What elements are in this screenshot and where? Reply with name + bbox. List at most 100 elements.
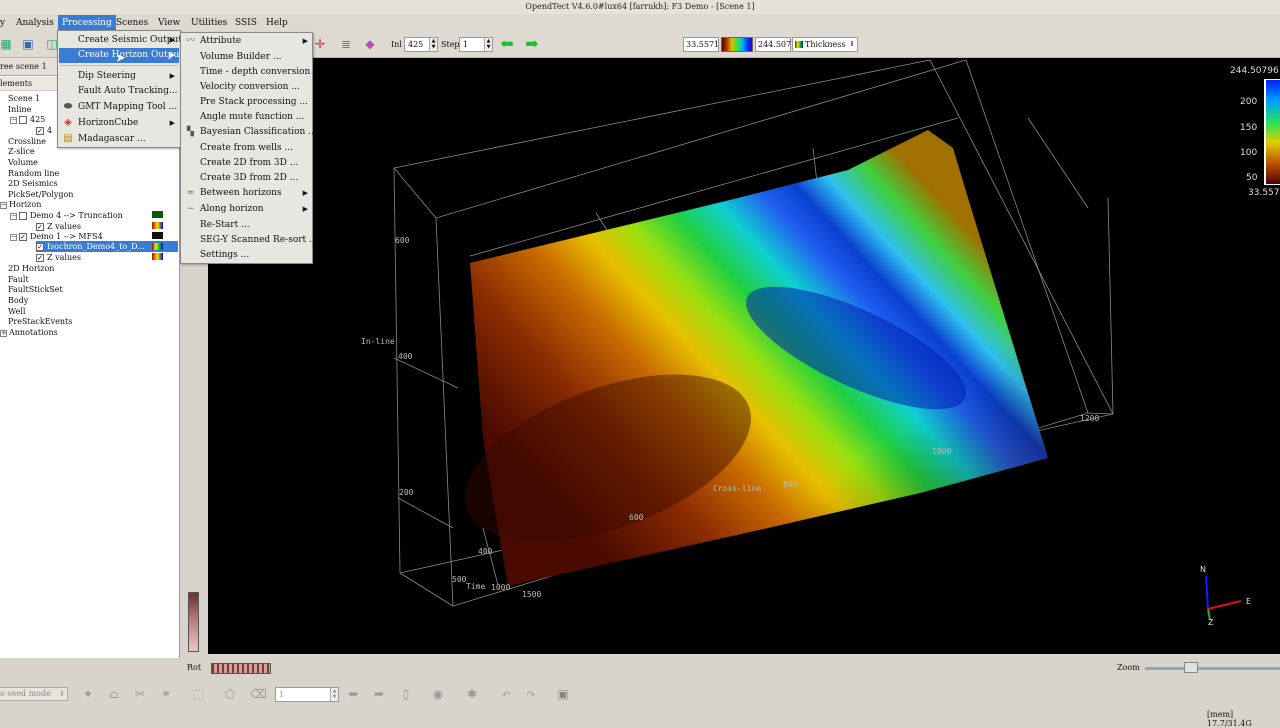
menu-help[interactable]: Help xyxy=(262,15,292,31)
tree-item-inline-attr[interactable]: ✓ 4 xyxy=(36,125,52,136)
menu-item-attribute[interactable]: 〰 Attribute ▶ xyxy=(182,34,312,49)
step-spinbox[interactable]: 1 ▲ ▼ xyxy=(459,37,493,52)
pick-tool-icon[interactable]: ✛ xyxy=(312,36,328,52)
tree-item-body[interactable]: Body xyxy=(8,295,28,306)
menu-item-fault-auto-tracking[interactable]: Fault Auto Tracking... xyxy=(59,84,179,99)
tree-item-2d-horizon[interactable]: 2D Horizon xyxy=(8,263,54,274)
colorbar-tick: 100 xyxy=(1240,148,1257,158)
eye-icon[interactable]: ◉ xyxy=(430,686,446,702)
menu-item-time-depth-conversion[interactable]: Time - depth conversion ... xyxy=(182,65,322,80)
scene-canvas[interactable]: In-line Cross-line Time 600 400 200 1200… xyxy=(208,58,1280,654)
redo-icon[interactable]: ↷ xyxy=(523,686,539,702)
zoom-slider-handle[interactable] xyxy=(1184,662,1198,673)
tree-item-horizon[interactable]: − Horizon xyxy=(0,199,41,210)
arrow-right-icon[interactable]: ➡ xyxy=(371,686,387,702)
polygon-icon[interactable]: ⬠ xyxy=(222,686,238,702)
tree-item-volume[interactable]: Volume xyxy=(8,157,38,168)
menu-survey[interactable]: y xyxy=(0,15,9,31)
arrow-right-icon[interactable]: ➡ xyxy=(524,36,540,52)
menu-item-madagascar[interactable]: ▤ Madagascar ... xyxy=(59,132,179,147)
dolly-thumbwheel[interactable] xyxy=(188,592,199,652)
menu-analysis[interactable]: Analysis xyxy=(12,15,58,31)
horizon-output-submenu: 〰 Attribute ▶ Volume Builder ... Time - d… xyxy=(180,32,322,264)
colortable-select[interactable]: Thickness ⇕ xyxy=(792,37,858,52)
inl-spin-arrows-icon[interactable]: ▲ ▼ xyxy=(429,38,437,51)
menu-item-segy-scanned-resort[interactable]: SEG-Y Scanned Re-sort ... xyxy=(182,233,318,248)
tree-item-annotations[interactable]: + Annotations xyxy=(0,327,58,338)
menu-item-horizoncube[interactable]: ◈ HorizonCube ▶ xyxy=(59,116,179,131)
link-icon[interactable]: ⚭ xyxy=(158,686,174,702)
tree-item-horizon-demo4[interactable]: − Demo 4 --> Truncation xyxy=(10,210,123,221)
horizon-tool-icon[interactable]: ≣ xyxy=(338,36,354,52)
menu-processing[interactable]: Processing xyxy=(58,15,116,31)
tree-item-inline-425[interactable]: −425 xyxy=(10,114,45,125)
menu-item-pre-stack-processing[interactable]: Pre Stack processing ... xyxy=(182,95,312,110)
menu-scenes[interactable]: Scenes xyxy=(112,15,152,31)
collapse-icon[interactable]: − xyxy=(10,233,17,241)
checkbox-checked[interactable]: ✓ xyxy=(36,223,44,231)
3d-viewer-icon[interactable]: ▣ xyxy=(20,36,36,52)
track-icon[interactable]: ⌂ xyxy=(106,686,122,702)
arrow-left-icon[interactable]: ⬅ xyxy=(345,686,361,702)
menu-item-settings[interactable]: Settings ... xyxy=(182,248,312,263)
menu-item-between-horizons[interactable]: ≈ Between horizons ▶ xyxy=(182,186,312,201)
tree-item-zslice[interactable]: Z-slice xyxy=(8,146,35,157)
step-spin-arrows-icon[interactable]: ▲ ▼ xyxy=(484,38,492,51)
menu-item-restart[interactable]: Re-Start ... xyxy=(182,218,312,233)
eraser-icon[interactable]: ⌫ xyxy=(250,686,267,702)
tree-item-2d-seismics[interactable]: 2D Seismics xyxy=(8,178,58,189)
checkbox-checked[interactable]: ✓ xyxy=(19,233,27,241)
range-min-field[interactable]: 33.5571 xyxy=(683,37,719,52)
menu-item-create-from-wells[interactable]: Create from wells ... xyxy=(182,141,312,156)
checkbox[interactable] xyxy=(19,116,27,124)
rotation-thumbwheel[interactable] xyxy=(211,663,271,674)
colortable-button[interactable] xyxy=(721,37,753,52)
inl-spinbox[interactable]: 425 ▲ ▼ xyxy=(404,37,438,52)
page-spinbox[interactable]: 1 ▲ ▼ xyxy=(275,687,339,702)
menu-item-create-3d-from-2d[interactable]: Create 3D from 2D ... xyxy=(182,171,312,186)
arrow-left-icon[interactable]: ⬅ xyxy=(499,36,515,52)
time-tick: 500 xyxy=(452,575,467,584)
seed-tool-icon[interactable]: ✦ xyxy=(80,686,96,702)
menu-item-volume-builder[interactable]: Volume Builder ... xyxy=(182,50,312,65)
tree-item-prestackevents[interactable]: PreStackEvents xyxy=(8,316,72,327)
checkbox-checked[interactable]: ✓ xyxy=(36,127,44,135)
tree-item-scene[interactable]: Scene 1 xyxy=(8,93,40,104)
menu-item-velocity-conversion[interactable]: Velocity conversion ... xyxy=(182,80,312,95)
zvalues-colortable-swatch xyxy=(152,253,163,260)
phone-icon[interactable]: ▯ xyxy=(398,686,414,702)
menu-utilities[interactable]: Utilities xyxy=(187,15,231,31)
menu-item-gmt-mapping-tool[interactable]: ⬬ GMT Mapping Tool ... xyxy=(59,100,179,115)
menu-item-dip-steering[interactable]: Dip Steering ▶ xyxy=(59,69,179,84)
collapse-icon[interactable]: − xyxy=(0,201,7,209)
collapse-icon[interactable]: − xyxy=(10,212,17,220)
save-icon[interactable]: ▣ xyxy=(555,686,571,702)
tree-item-faultstickset[interactable]: FaultStickSet xyxy=(8,284,63,295)
expand-icon[interactable]: + xyxy=(0,329,7,337)
zoom-slider[interactable] xyxy=(1145,667,1280,670)
submenu-arrow-icon: ▶ xyxy=(169,72,175,80)
2d-viewer-icon[interactable]: ▦ xyxy=(0,36,14,52)
menu-item-bayesian-classification[interactable]: ▚ Bayesian Classification ... xyxy=(182,125,317,140)
menu-item-along-horizon[interactable]: ∼ Along horizon ▶ xyxy=(182,202,312,217)
page-spin-arrows-icon[interactable]: ▲ ▼ xyxy=(330,688,338,701)
3d-scene-viewer[interactable]: In-line Cross-line Time 600 400 200 1200… xyxy=(208,58,1280,654)
range-max-field[interactable]: 244.507 xyxy=(755,37,791,52)
collapse-icon[interactable]: − xyxy=(10,116,17,124)
checkbox-checked[interactable]: ✓ xyxy=(36,243,44,251)
menu-ssis[interactable]: SSIS xyxy=(231,15,261,31)
undo-icon[interactable]: ↶ xyxy=(498,686,514,702)
window-title: OpendTect V4.6.0#lux64 [farrukh]: F3 Dem… xyxy=(0,0,1280,14)
body-tool-icon[interactable]: ◆ xyxy=(362,36,378,52)
tree-item-zvalues[interactable]: ✓ Z values xyxy=(36,252,81,263)
settings-icon[interactable]: ✱ xyxy=(464,686,480,702)
cut-icon[interactable]: ✂ xyxy=(132,686,148,702)
menu-item-angle-mute-function[interactable]: Angle mute function ... xyxy=(182,110,312,125)
seed-mode-select[interactable]: o seed mode ⇕ xyxy=(0,687,68,701)
select-icon[interactable]: ⬚ xyxy=(190,686,206,702)
menu-item-create-2d-from-3d[interactable]: Create 2D from 3D ... xyxy=(182,156,312,171)
checkbox-checked[interactable]: ✓ xyxy=(36,254,44,262)
checkbox[interactable] xyxy=(19,212,27,220)
menu-view[interactable]: View xyxy=(154,15,184,31)
menu-item-create-seismic-output[interactable]: Create Seismic Output ▶ xyxy=(59,33,182,48)
